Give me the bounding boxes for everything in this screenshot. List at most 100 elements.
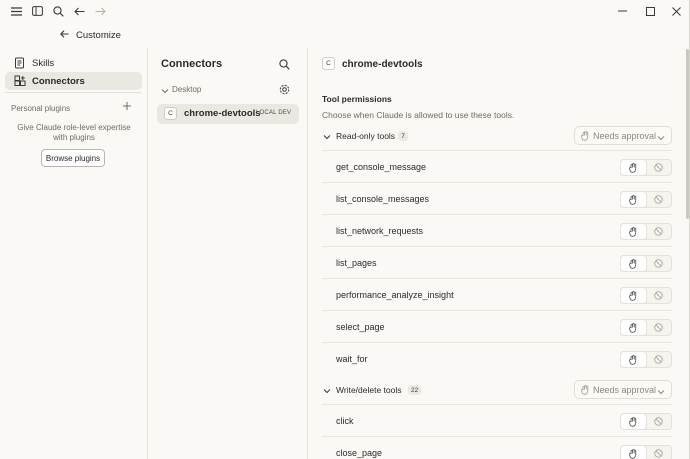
personal-plugins-heading: Personal plugins: [11, 104, 71, 113]
block-icon[interactable]: [646, 224, 671, 239]
tool-count-badge: 22: [408, 385, 422, 395]
chevron-down-icon[interactable]: [323, 386, 331, 396]
connectors-icon: [14, 75, 26, 87]
permission-toggle: [620, 413, 672, 430]
group-read-only-tools[interactable]: Read-only tools 7 Needs approval: [322, 126, 672, 146]
sidebar-item-skills[interactable]: Skills: [5, 54, 142, 72]
permission-toggle: [620, 351, 672, 368]
title-bar: [0, 0, 690, 22]
tool-row: close_page: [322, 436, 672, 459]
hand-icon[interactable]: [621, 256, 646, 271]
group-label: Read-only tools: [336, 131, 396, 141]
hand-icon[interactable]: [621, 224, 646, 239]
chevron-down-icon[interactable]: [161, 86, 169, 96]
tool-row: list_console_messages: [322, 182, 672, 214]
tool-name: close_page: [336, 448, 383, 458]
hand-icon: [581, 131, 590, 143]
tool-row: list_pages: [322, 246, 672, 278]
local-dev-tag: LOCAL DEV: [256, 110, 292, 116]
menu-icon[interactable]: [9, 4, 23, 18]
gear-icon[interactable]: [279, 84, 290, 97]
tool-name: list_pages: [336, 258, 377, 268]
sidebar-item-label: Skills: [32, 57, 55, 69]
hand-icon[interactable]: [621, 446, 646, 459]
tool-name: get_console_message: [336, 162, 427, 172]
block-icon[interactable]: [646, 320, 671, 335]
tool-row: select_page: [322, 310, 672, 342]
connector-badge: C: [322, 57, 335, 70]
tool-row: wait_for: [322, 342, 672, 374]
approval-dropdown[interactable]: Needs approval: [574, 380, 672, 399]
close-icon[interactable]: [668, 3, 684, 19]
desktop-section-label[interactable]: Desktop: [172, 85, 201, 94]
sidebar-item-connectors[interactable]: Connectors: [5, 72, 142, 90]
back-arrow-icon[interactable]: [60, 30, 69, 40]
maximize-icon[interactable]: [642, 3, 658, 19]
tool-count-badge: 7: [398, 131, 408, 141]
customize-header[interactable]: Customize: [0, 24, 150, 46]
group-write-delete-tools[interactable]: Write/delete tools 22 Needs approval: [322, 380, 672, 400]
block-icon[interactable]: [646, 446, 671, 459]
chevron-down-icon[interactable]: [323, 132, 331, 142]
hand-icon[interactable]: [621, 414, 646, 429]
permission-toggle: [620, 319, 672, 336]
minimize-icon[interactable]: [614, 3, 630, 19]
browse-plugins-button[interactable]: Browse plugins: [41, 149, 105, 167]
group-label: Write/delete tools: [336, 385, 402, 395]
add-plugin-icon[interactable]: [122, 101, 132, 113]
tool-name: wait_for: [336, 354, 368, 364]
tool-row: performance_analyze_insight: [322, 278, 672, 310]
block-icon[interactable]: [646, 160, 671, 175]
chevron-down-icon: [657, 133, 665, 143]
sidebar-toggle-icon[interactable]: [30, 4, 44, 18]
permission-toggle: [620, 445, 672, 459]
hand-icon: [581, 385, 590, 397]
skills-icon: [14, 57, 26, 69]
permission-toggle: [620, 191, 672, 208]
tool-name: performance_analyze_insight: [336, 290, 454, 300]
approval-value: Needs approval: [593, 130, 657, 141]
block-icon[interactable]: [646, 256, 671, 271]
hand-icon[interactable]: [621, 352, 646, 367]
tool-name: list_network_requests: [336, 226, 424, 236]
back-arrow-icon[interactable]: [72, 4, 86, 18]
tool-row: list_network_requests: [322, 214, 672, 246]
hand-icon[interactable]: [621, 288, 646, 303]
permission-toggle: [620, 287, 672, 304]
search-icon[interactable]: [279, 59, 290, 72]
personal-plugins-description: Give Claude role-level expertise with pl…: [17, 123, 131, 142]
connector-badge: C: [164, 107, 177, 120]
connector-name: chrome-devtools: [184, 108, 261, 119]
page-title: chrome-devtools: [342, 59, 423, 70]
block-icon[interactable]: [646, 288, 671, 303]
hand-icon[interactable]: [621, 320, 646, 335]
connectors-panel: Connectors Desktop C chrome-devtools LOC…: [148, 48, 308, 459]
connector-detail: C chrome-devtools Tool permissions Choos…: [308, 48, 690, 459]
customize-label[interactable]: Customize: [76, 30, 121, 41]
permission-toggle: [620, 223, 672, 240]
tool-name: select_page: [336, 322, 385, 332]
forward-arrow-icon[interactable]: [93, 4, 107, 18]
tool-name: click: [336, 416, 354, 426]
tool-permissions-description: Choose when Claude is allowed to use the…: [322, 110, 515, 120]
block-icon[interactable]: [646, 192, 671, 207]
tool-row: click: [322, 404, 672, 436]
connectors-title: Connectors: [161, 58, 223, 70]
permission-toggle: [620, 159, 672, 176]
hand-icon[interactable]: [621, 192, 646, 207]
connector-item-chrome-devtools[interactable]: C chrome-devtools LOCAL DEV: [157, 104, 299, 124]
block-icon[interactable]: [646, 352, 671, 367]
permission-toggle: [620, 255, 672, 272]
sidebar-item-label: Connectors: [32, 75, 85, 87]
hand-icon[interactable]: [621, 160, 646, 175]
sidebar: Skills Connectors Personal plugins Give …: [0, 48, 148, 459]
search-icon[interactable]: [51, 4, 65, 18]
tool-row: get_console_message: [322, 150, 672, 182]
approval-dropdown[interactable]: Needs approval: [574, 126, 672, 145]
approval-value: Needs approval: [593, 384, 657, 395]
tool-permissions-heading: Tool permissions: [322, 94, 392, 104]
block-icon[interactable]: [646, 414, 671, 429]
tool-name: list_console_messages: [336, 194, 430, 204]
divider: [5, 92, 142, 93]
chevron-down-icon: [657, 387, 665, 397]
